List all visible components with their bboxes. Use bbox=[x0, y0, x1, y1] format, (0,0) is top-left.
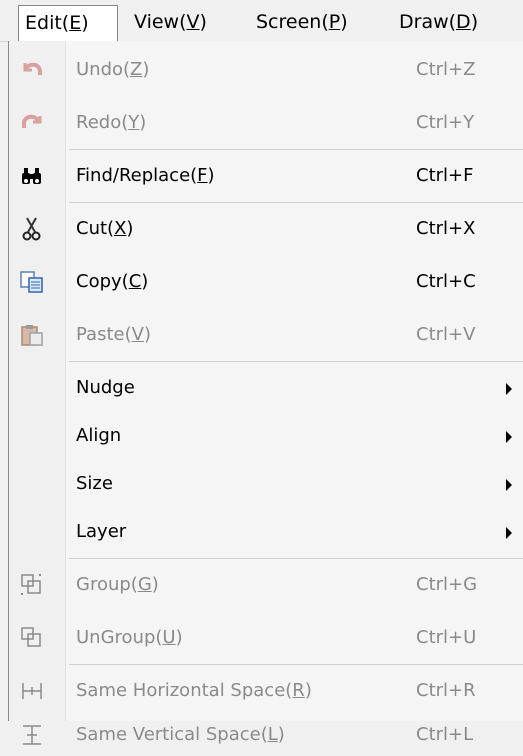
menu-item-nudge[interactable]: Nudge bbox=[9, 367, 523, 409]
shortcut-text: Ctrl+C bbox=[416, 271, 476, 292]
menu-item-cut[interactable]: Cut(X) Ctrl+X bbox=[9, 208, 523, 250]
group-icon bbox=[19, 572, 45, 598]
menu-separator bbox=[69, 202, 523, 203]
redo-icon bbox=[19, 110, 45, 136]
menu-item-copy[interactable]: Copy(C) Ctrl+C bbox=[9, 261, 523, 303]
submenu-arrow-icon bbox=[506, 527, 512, 539]
menubar-edit[interactable]: Edit(E) bbox=[18, 5, 118, 41]
menubar-draw[interactable]: Draw(D) bbox=[393, 6, 484, 38]
binoculars-icon bbox=[19, 163, 45, 189]
menu-item-group[interactable]: Group(G) Ctrl+G bbox=[9, 564, 523, 606]
menu-separator bbox=[69, 361, 523, 362]
menu-item-redo[interactable]: Redo(Y) Ctrl+Y bbox=[9, 102, 523, 144]
menu-item-paste[interactable]: Paste(V) Ctrl+V bbox=[9, 314, 523, 356]
shortcut-text: Ctrl+Y bbox=[416, 112, 475, 133]
undo-icon bbox=[19, 57, 45, 83]
submenu-arrow-icon bbox=[506, 431, 512, 443]
menu-bar: Edit(E) View(V) Screen(P) Draw(D) bbox=[0, 0, 523, 42]
menubar-view[interactable]: View(V) bbox=[128, 6, 213, 38]
menu-item-undo[interactable]: Undo(Z) Ctrl+Z bbox=[9, 49, 523, 91]
menubar-screen[interactable]: Screen(P) bbox=[250, 6, 354, 38]
menu-item-same-horizontal-space[interactable]: Same Horizontal Space(R) Ctrl+R bbox=[9, 670, 523, 712]
shortcut-text: Ctrl+Z bbox=[416, 59, 476, 80]
submenu-arrow-icon bbox=[506, 383, 512, 395]
menu-item-find-replace[interactable]: Find/Replace(F) Ctrl+F bbox=[9, 155, 523, 197]
shortcut-text: Ctrl+L bbox=[416, 724, 474, 745]
paste-icon bbox=[19, 322, 45, 348]
shortcut-text: Ctrl+R bbox=[416, 680, 476, 701]
shortcut-text: Ctrl+V bbox=[416, 324, 476, 345]
vertical-space-icon bbox=[19, 722, 45, 748]
shortcut-text: Ctrl+G bbox=[416, 574, 478, 595]
ungroup-icon bbox=[19, 625, 45, 651]
horizontal-space-icon bbox=[19, 678, 45, 704]
menu-separator bbox=[69, 558, 523, 559]
menu-separator bbox=[69, 664, 523, 665]
shortcut-text: Ctrl+F bbox=[416, 165, 474, 186]
edit-menu-dropdown: Undo(Z) Ctrl+Z Redo(Y) Ctrl+Y Find/Repla… bbox=[8, 41, 523, 745]
menu-item-layer[interactable]: Layer bbox=[9, 511, 523, 553]
copy-icon bbox=[19, 269, 45, 295]
menu-item-ungroup[interactable]: UnGroup(U) Ctrl+U bbox=[9, 617, 523, 659]
menu-item-align[interactable]: Align bbox=[9, 415, 523, 457]
menu-item-size[interactable]: Size bbox=[9, 463, 523, 505]
scissors-icon bbox=[19, 216, 45, 242]
submenu-arrow-icon bbox=[506, 479, 512, 491]
menu-item-same-vertical-space[interactable]: Same Vertical Space(L) Ctrl+L bbox=[9, 714, 523, 756]
menu-separator bbox=[69, 149, 523, 150]
shortcut-text: Ctrl+X bbox=[416, 218, 476, 239]
shortcut-text: Ctrl+U bbox=[416, 627, 477, 648]
